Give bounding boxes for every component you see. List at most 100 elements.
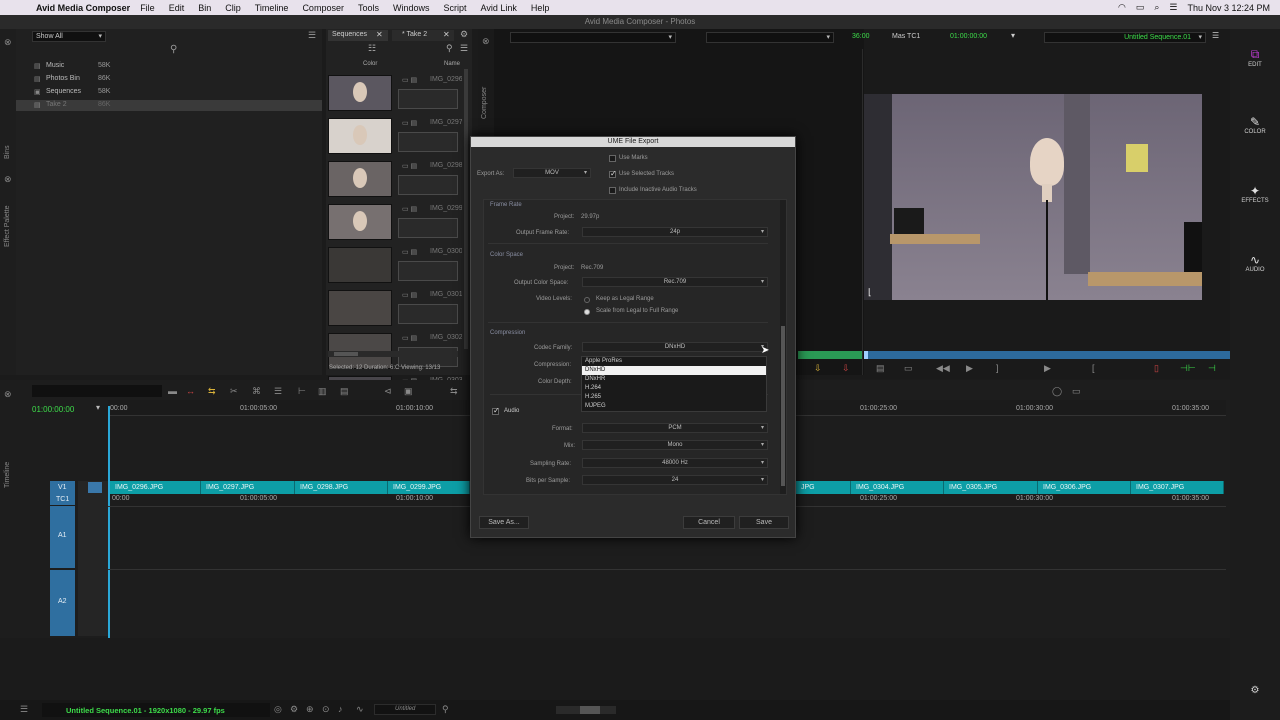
wifi-icon[interactable]: ◠ (1118, 2, 1126, 13)
zoom-dropdown[interactable]: Untitled (374, 704, 436, 715)
save-as-button[interactable]: Save As... (479, 516, 529, 529)
play-icon[interactable]: ▶ (1044, 363, 1051, 374)
battery-icon[interactable]: ▭ (1136, 2, 1145, 13)
menu-composer[interactable]: Composer (302, 3, 344, 13)
timeline-clip[interactable]: JPG (796, 481, 851, 494)
track-view-icon[interactable]: ☰ (274, 386, 282, 397)
use-selected-tracks-checkbox[interactable] (609, 169, 617, 178)
clip-thumbnail[interactable] (328, 247, 392, 283)
audio-view-icon[interactable]: ▤ (340, 386, 349, 397)
output-color-space-select[interactable]: Rec.709 (582, 277, 768, 287)
timeline-menu-icon[interactable]: ⇆ (450, 386, 458, 397)
track-v1[interactable]: V1 (50, 481, 75, 494)
codec-option[interactable]: DNxHR (582, 375, 766, 384)
color-swatch[interactable] (398, 175, 458, 195)
composer-menu-icon[interactable]: ☰ (1212, 31, 1219, 40)
bin-clip-row[interactable]: ▭ ▤ IMG_0296 (328, 75, 462, 113)
column-name[interactable]: Name (444, 61, 460, 67)
close-icon[interactable]: ✕ (376, 30, 383, 39)
close-icon[interactable]: ✕ (443, 30, 450, 39)
timeline-clip[interactable]: IMG_0299.JPG (388, 481, 470, 494)
menu-clock[interactable]: Thu Nov 3 12:24 PM (1187, 3, 1270, 13)
close-composer-icon[interactable]: ⊗ (482, 36, 490, 47)
bin-row[interactable]: ▤ Music 58K (16, 61, 322, 71)
trim-icon[interactable]: ▤ (876, 363, 885, 374)
timeline-hamburger-icon[interactable]: ☰ (20, 704, 28, 715)
export-as-select[interactable]: MOV (513, 168, 591, 178)
mark-icon[interactable]: ⊲ (384, 386, 392, 397)
monitor-icon[interactable] (88, 482, 102, 493)
menu-script[interactable]: Script (443, 3, 466, 13)
scroll-thumb[interactable] (580, 706, 600, 714)
bin-clip-row[interactable]: ▭ ▤ IMG_0300 (328, 247, 462, 285)
position-indicator[interactable] (864, 351, 868, 359)
chevron-down-icon[interactable]: ▾ (1011, 31, 1015, 40)
cancel-button[interactable]: Cancel (683, 516, 735, 529)
tab-effect-palette[interactable]: Effect Palette (4, 205, 11, 247)
color-swatch[interactable] (398, 347, 458, 367)
bin-row-selected[interactable]: ▤ Take 2 86K (16, 100, 322, 111)
track-tc1[interactable]: TC1 (50, 494, 75, 505)
search-icon[interactable]: ⌕ (1154, 2, 1159, 13)
source-position-bar[interactable] (798, 351, 862, 359)
codec-family-dropdown-list[interactable]: Apple ProRes DNxHD DNxHR H.264 H.265 MJP… (581, 356, 767, 412)
bin-view-icon[interactable]: ☷ (368, 43, 376, 54)
bin-settings-icon[interactable]: ⚙ (460, 29, 468, 40)
settings-scroll-area[interactable]: Frame Rate Project: 29.97p Output Frame … (483, 199, 787, 495)
bin-menu-icon[interactable]: ☰ (460, 43, 468, 54)
trim-tool-icon[interactable]: ✂ (230, 386, 238, 397)
source-menu[interactable] (510, 32, 676, 43)
close-effects-icon[interactable]: ⊗ (4, 174, 12, 185)
extract-icon[interactable]: ⇩ (842, 363, 850, 374)
clip-thumbnail[interactable] (328, 204, 392, 240)
record-position-bar[interactable] (864, 351, 1230, 359)
camera-icon[interactable]: ▣ (404, 386, 413, 397)
workspace-edit[interactable]: ⧉ EDIT (1230, 47, 1280, 68)
timeline-fast-menu-icon[interactable]: ◯ (1052, 386, 1062, 397)
clip-thumbnail[interactable] (328, 290, 392, 326)
clip-thumbnail[interactable] (328, 118, 392, 154)
timeline-clip[interactable]: IMG_0297.JPG (201, 481, 295, 494)
bin-list-menu-icon[interactable]: ☰ (308, 30, 316, 41)
sync-icon[interactable]: ▭ (904, 363, 913, 374)
bin-clip-row[interactable]: ▭ ▤ IMG_0297 (328, 118, 462, 156)
keep-legal-radio[interactable] (584, 297, 590, 303)
bin-hscrollbar[interactable] (328, 351, 458, 357)
menu-bin[interactable]: Bin (198, 3, 211, 13)
lift-icon[interactable]: ⇩ (814, 363, 822, 374)
audio-checkbox[interactable] (492, 406, 500, 415)
playhead[interactable] (108, 406, 110, 638)
color-swatch[interactable] (398, 132, 458, 152)
audio-icon[interactable]: ♪ (338, 704, 343, 714)
workspace-effects[interactable]: ✦ EFFECTS (1230, 184, 1280, 204)
include-inactive-checkbox[interactable] (609, 187, 616, 194)
bin-row[interactable]: ▣ Sequences 58K (16, 87, 322, 97)
timeline-clip[interactable]: IMG_0306.JPG (1038, 481, 1131, 494)
menu-avid-link[interactable]: Avid Link (481, 3, 517, 13)
close-timeline-icon[interactable]: ⊗ (4, 389, 12, 400)
mark-out-icon[interactable]: ] (996, 363, 999, 373)
timeline-hscrollbar[interactable] (556, 706, 616, 714)
chevron-down-icon[interactable]: ▾ (96, 403, 100, 412)
timeline-clip[interactable]: IMG_0304.JPG (851, 481, 944, 494)
column-color[interactable]: Color (363, 61, 377, 67)
track-a2[interactable]: A2 (50, 570, 75, 636)
codec-family-select[interactable]: DNxHD (582, 342, 768, 352)
bin-search-icon[interactable]: ⚲ (446, 43, 453, 54)
zoom-fit-icon[interactable]: ◎ (274, 704, 282, 715)
control-center-icon[interactable]: ☰ (1169, 2, 1177, 13)
format-select[interactable]: PCM (582, 423, 768, 433)
settings-gear-icon[interactable]: ⚙ (1230, 685, 1280, 696)
codec-option-selected[interactable]: DNxHD (582, 366, 766, 375)
codec-option[interactable]: H.265 (582, 393, 766, 402)
codec-option[interactable]: Apple ProRes (582, 357, 766, 366)
color-swatch[interactable] (398, 89, 458, 109)
save-button[interactable]: Save (739, 516, 789, 529)
bits-per-sample-select[interactable]: 24 (582, 475, 768, 485)
tab-bins[interactable]: Bins (4, 145, 11, 159)
app-menu[interactable]: Avid Media Composer (36, 3, 130, 13)
segment-red-icon[interactable]: ↔ (186, 386, 195, 396)
menu-windows[interactable]: Windows (393, 3, 430, 13)
bin-row[interactable]: ▤ Photos Bin 86K (16, 74, 322, 84)
close-bins-icon[interactable]: ⊗ (4, 37, 12, 48)
